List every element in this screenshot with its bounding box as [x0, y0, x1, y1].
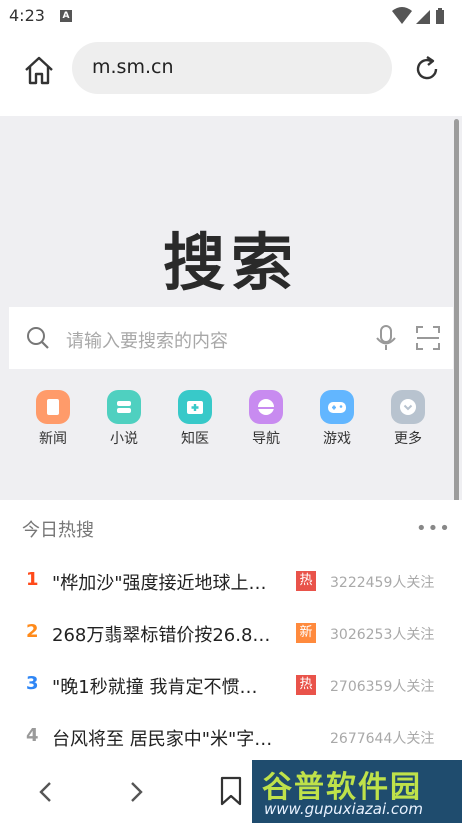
hot-search-item[interactable]: 4 台风将至 居民家中"米"字… 2677644人关注: [0, 717, 462, 757]
hot-search-text: 台风将至 居民家中"米"字…: [52, 729, 273, 750]
category-games[interactable]: 游戏: [307, 390, 367, 448]
address-bar[interactable]: m.sm.cn: [72, 42, 392, 94]
rank-number: 1: [26, 569, 39, 590]
news-icon: [36, 390, 70, 424]
page-scrollbar[interactable]: [454, 119, 459, 551]
category-label: 小说: [110, 431, 138, 447]
status-bar: 4:23 A: [0, 0, 462, 32]
medical-kit-icon: [178, 390, 212, 424]
category-label: 游戏: [323, 431, 351, 447]
navigation-icon: [249, 390, 283, 424]
follow-count: 3026253人关注: [330, 627, 435, 643]
bookmark-button[interactable]: [218, 776, 244, 810]
bookmark-icon: [220, 776, 242, 806]
category-news[interactable]: 新闻: [23, 390, 83, 448]
home-button[interactable]: [22, 53, 56, 87]
follow-count: 3222459人关注: [330, 575, 435, 591]
hot-search-item[interactable]: 3 "晚1秒就撞 我肯定不惯… 热 2706359人关注: [0, 665, 462, 705]
reload-button[interactable]: [412, 54, 442, 84]
status-time: 4:23: [9, 6, 45, 25]
hot-search-item[interactable]: 1 "桦加沙"强度接近地球上… 热 3222459人关注: [0, 561, 462, 601]
bottom-navigation: 谷普软件园 www.gupuxiazai.com: [0, 760, 462, 823]
more-icon: [391, 390, 425, 424]
category-navigation[interactable]: 导航: [236, 390, 296, 448]
back-button[interactable]: [36, 780, 56, 808]
notification-icon: A: [60, 10, 72, 22]
category-more[interactable]: 更多: [378, 390, 438, 448]
browser-toolbar: m.sm.cn: [0, 32, 462, 116]
search-input[interactable]: 请输入要搜索的内容: [66, 327, 228, 353]
chevron-right-icon: [131, 782, 143, 802]
hot-search-title: 今日热搜: [22, 520, 94, 541]
microphone-icon[interactable]: [375, 325, 397, 355]
hot-badge: 热: [296, 571, 316, 591]
url-text: m.sm.cn: [92, 56, 174, 78]
hot-badge: 热: [296, 675, 316, 695]
category-shortcuts: 新闻 小说 知医 导航 游戏 更多: [0, 390, 462, 460]
more-options-button[interactable]: •••: [416, 518, 451, 539]
hot-search-item[interactable]: 2 268万翡翠标错价按26.8… 新 3026253人关注: [0, 613, 462, 653]
signal-icon: [416, 10, 430, 24]
category-novel[interactable]: 小说: [94, 390, 154, 448]
hot-search-section: 今日热搜 ••• 1 "桦加沙"强度接近地球上… 热 3222459人关注 2 …: [0, 500, 462, 750]
new-badge: 新: [296, 623, 316, 643]
status-icons: [390, 6, 452, 30]
scan-icon[interactable]: [415, 325, 441, 355]
rank-number: 4: [26, 725, 39, 746]
category-label: 更多: [394, 431, 422, 447]
wifi-icon: [392, 7, 412, 24]
forward-button[interactable]: [126, 780, 146, 808]
hot-search-text: 268万翡翠标错价按26.8…: [52, 625, 271, 646]
gamepad-icon: [320, 390, 354, 424]
category-label: 知医: [181, 431, 209, 447]
category-label: 新闻: [39, 431, 67, 447]
home-icon: [25, 56, 53, 85]
reload-icon: [416, 56, 438, 80]
chevron-left-icon: [39, 782, 51, 802]
battery-icon: [436, 8, 444, 24]
follow-count: 2706359人关注: [330, 679, 435, 695]
rank-number: 3: [26, 673, 39, 694]
novel-icon: [107, 390, 141, 424]
watermark-url: www.gupuxiazai.com: [264, 800, 423, 818]
category-medical[interactable]: 知医: [165, 390, 225, 448]
search-box[interactable]: 请输入要搜索的内容: [9, 307, 453, 369]
follow-count: 2677644人关注: [330, 731, 435, 747]
search-logo: 搜索: [162, 226, 299, 299]
search-icon: [25, 325, 51, 355]
hot-search-text: "桦加沙"强度接近地球上…: [52, 573, 267, 594]
watermark-logo: 谷普软件园 www.gupuxiazai.com: [252, 760, 462, 823]
search-hero: 搜索 请输入要搜索的内容 新闻 小说 知医 导航 游戏 更多: [0, 116, 462, 500]
rank-number: 2: [26, 621, 39, 642]
category-label: 导航: [252, 431, 280, 447]
hot-search-text: "晚1秒就撞 我肯定不惯…: [52, 677, 258, 698]
